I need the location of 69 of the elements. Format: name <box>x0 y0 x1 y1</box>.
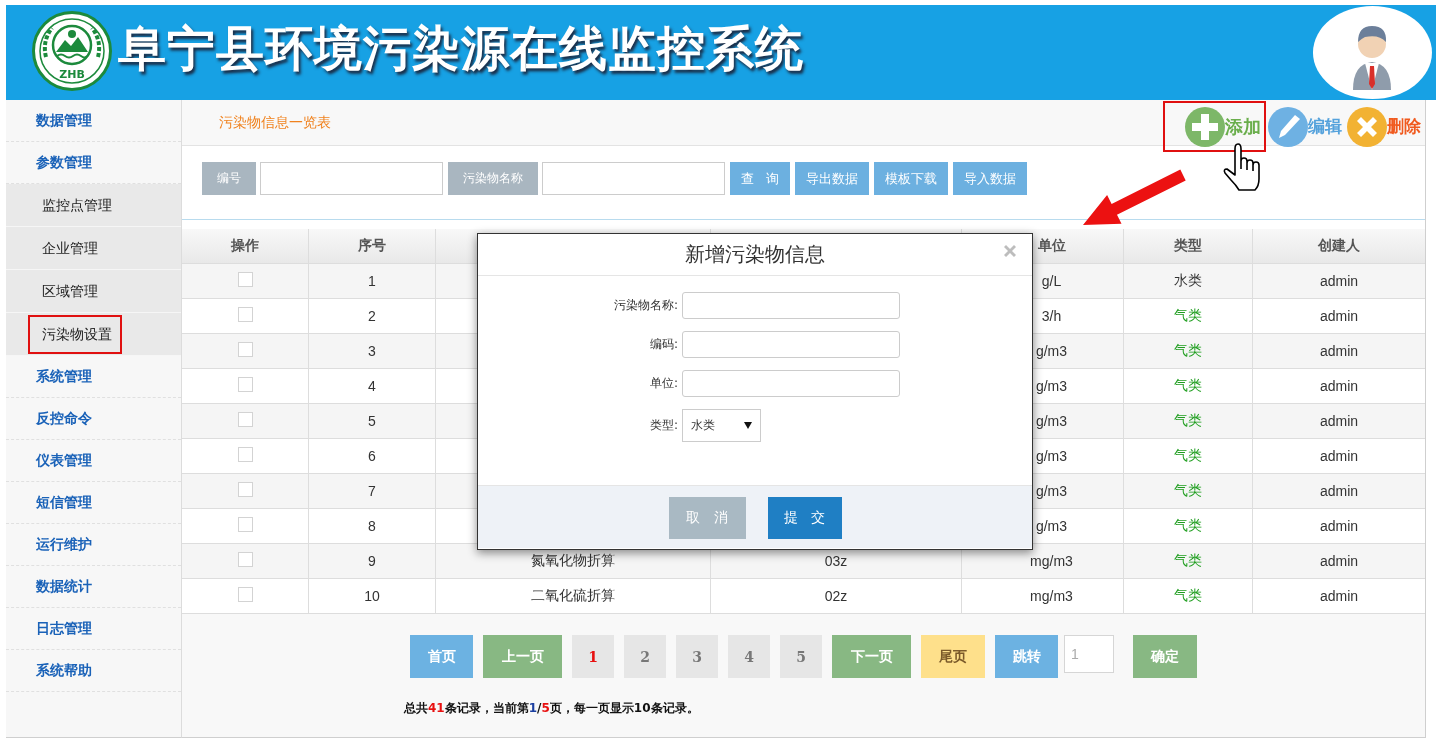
table-cell: 气类 <box>1124 579 1253 614</box>
toolbar-button[interactable]: 导入数据 <box>953 162 1028 195</box>
page-button[interactable]: 1 <box>572 635 614 678</box>
page-button[interactable]: 5 <box>780 635 822 678</box>
row-checkbox[interactable] <box>237 446 253 462</box>
table-cell: 02z <box>711 579 962 614</box>
previous-page-button[interactable]: 上一页 <box>483 635 562 678</box>
close-icon[interactable] <box>1003 244 1017 258</box>
confirm-button[interactable]: 确定 <box>1133 635 1197 678</box>
sidebar-item[interactable]: 日志管理 <box>6 608 181 650</box>
sidebar-item[interactable]: 运行维护 <box>6 524 181 566</box>
user-avatar[interactable] <box>1313 6 1432 99</box>
text-field[interactable] <box>682 331 900 358</box>
row-checkbox[interactable] <box>237 411 253 427</box>
submenu-item[interactable]: 监控点管理 <box>6 184 181 227</box>
table-cell: 二氧化硫折算 <box>436 579 711 614</box>
row-checkbox[interactable] <box>237 271 253 287</box>
sidebar-item[interactable]: 系统管理 <box>6 356 181 398</box>
table-cell: 10 <box>309 579 436 614</box>
row-checkbox[interactable] <box>237 481 253 497</box>
submenu-item[interactable]: 污染物设置 <box>6 313 181 356</box>
sidebar-item[interactable]: 短信管理 <box>6 482 181 524</box>
row-checkbox[interactable] <box>237 341 253 357</box>
field-label: 污染物名称: <box>612 297 679 314</box>
table-cell: mg/m3 <box>962 579 1124 614</box>
field-label: 单位: <box>648 375 679 392</box>
delete-button[interactable]: 删除 <box>1345 101 1424 152</box>
page-input[interactable]: 1 <box>1064 635 1114 673</box>
submenu-item[interactable]: 区域管理 <box>6 270 181 313</box>
dialog-title: 新增污染物信息 <box>685 241 825 268</box>
app-title: 阜宁县环境污染源在线监控系统 <box>118 18 804 78</box>
cancel-button[interactable]: 取 消 <box>668 497 746 539</box>
sidebar-item[interactable]: 数据管理 <box>6 100 181 142</box>
sidebar-item[interactable]: 系统帮助 <box>6 650 181 692</box>
row-checkbox[interactable] <box>237 516 253 532</box>
select-field[interactable]: 水类 <box>682 409 761 442</box>
field-label: 编码: <box>648 336 679 353</box>
text-field[interactable] <box>682 292 900 319</box>
field-label: 污染物名称 <box>448 162 538 195</box>
sidebar-item[interactable]: 仪表管理 <box>6 440 181 482</box>
sidebar-item[interactable]: 数据统计 <box>6 566 181 608</box>
edit-button[interactable]: 编辑 <box>1266 101 1345 152</box>
page-button[interactable]: 3 <box>676 635 718 678</box>
toolbar-button[interactable]: 导出数据 <box>795 162 870 195</box>
page-button[interactable]: 4 <box>728 635 770 678</box>
page-button[interactable]: 2 <box>624 635 666 678</box>
jump-button[interactable]: 跳转 <box>995 635 1058 678</box>
row-checkbox[interactable] <box>237 376 253 392</box>
next-page-button[interactable]: 下一页 <box>832 635 911 678</box>
row-checkbox[interactable] <box>237 306 253 322</box>
submenu-item[interactable]: 企业管理 <box>6 227 181 270</box>
toolbar-button[interactable]: 模板下载 <box>874 162 949 195</box>
page-title: 污染物信息一览表 <box>219 113 331 132</box>
field-label: 类型: <box>648 417 679 434</box>
search-field[interactable] <box>542 162 725 195</box>
field-label: 编号 <box>202 162 256 195</box>
submit-button[interactable]: 提 交 <box>767 497 842 539</box>
search-field[interactable] <box>260 162 443 195</box>
row-checkbox[interactable] <box>237 551 253 567</box>
text-field[interactable] <box>682 370 900 397</box>
caret-icon <box>744 422 752 429</box>
first-page-button[interactable]: 首页 <box>410 635 473 678</box>
table-cell: admin <box>1253 579 1425 614</box>
sidebar-item[interactable]: 反控命令 <box>6 398 181 440</box>
last-page-button[interactable]: 尾页 <box>921 635 985 678</box>
record-summary: 总共41条记录，当前第1/5页，每一页显示10条记录。 <box>402 700 700 716</box>
row-checkbox[interactable] <box>237 586 253 602</box>
app-logo: ZHB <box>32 10 112 91</box>
toolbar-button[interactable]: 查 询 <box>730 162 791 195</box>
